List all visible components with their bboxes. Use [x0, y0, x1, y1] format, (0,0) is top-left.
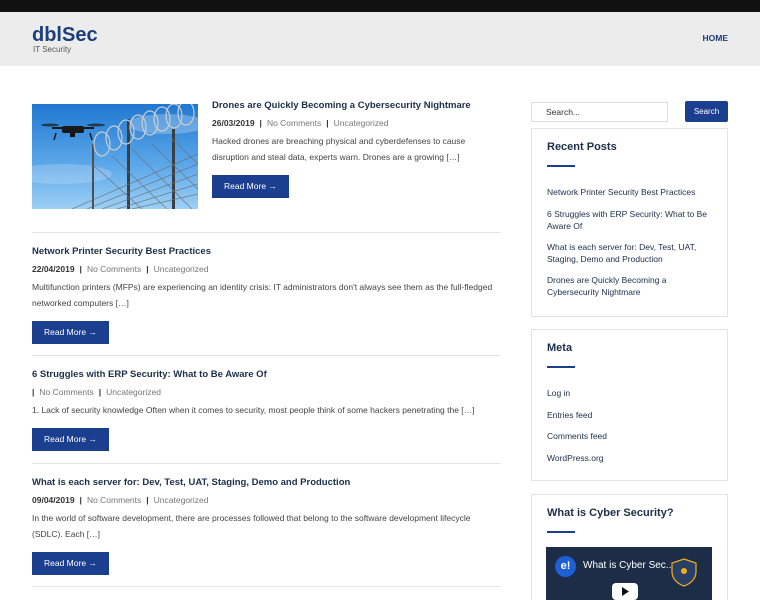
- post-divider: [32, 586, 501, 587]
- meta-widget: Meta Log in Entries feed Comments feed W…: [531, 329, 728, 481]
- post-date: 22/04/2019: [32, 264, 75, 274]
- top-bar: [0, 0, 760, 12]
- post-title-link[interactable]: 6 Struggles with ERP Security: What to B…: [32, 369, 502, 381]
- post-excerpt: Hacked drones are breaching physical and…: [212, 136, 466, 162]
- recent-posts-heading: Recent Posts: [547, 141, 617, 153]
- post-card: What is each server for: Dev, Test, UAT,…: [32, 477, 502, 575]
- site-header: dblSec IT Security HOME: [0, 12, 760, 66]
- read-more-button[interactable]: Read More →: [32, 321, 109, 344]
- recent-post-link[interactable]: 6 Struggles with ERP Security: What to B…: [547, 208, 717, 232]
- category-link[interactable]: Uncategorized: [154, 495, 209, 505]
- post-meta: 22/04/2019 | No Comments | Uncategorized: [32, 263, 502, 275]
- channel-logo: e!: [555, 556, 576, 577]
- post-title-link[interactable]: Drones are Quickly Becoming a Cybersecur…: [212, 100, 502, 112]
- post-date: 09/04/2019: [32, 495, 75, 505]
- meta-separator: |: [79, 264, 82, 274]
- post-date: 26/03/2019: [212, 118, 255, 128]
- read-more-button[interactable]: Read More →: [212, 175, 289, 198]
- meta-link-wordpress[interactable]: WordPress.org: [547, 452, 717, 464]
- read-more-button[interactable]: Read More →: [32, 428, 109, 451]
- recent-post-link[interactable]: What is each server for: Dev, Test, UAT,…: [547, 241, 717, 265]
- meta-separator: |: [326, 118, 329, 128]
- comments-link[interactable]: No Comments: [267, 118, 321, 128]
- read-more-button[interactable]: Read More →: [32, 552, 109, 575]
- meta-link-login[interactable]: Log in: [547, 387, 717, 399]
- recent-post-link[interactable]: Drones are Quickly Becoming a Cybersecur…: [547, 274, 717, 298]
- video-title: What is Cyber Sec...: [583, 560, 675, 571]
- post-divider: [32, 463, 501, 464]
- search-button[interactable]: Search: [685, 101, 728, 122]
- post-title-link[interactable]: Network Printer Security Best Practices: [32, 246, 502, 258]
- post-meta: | No Comments | Uncategorized: [32, 386, 502, 398]
- post-meta: 09/04/2019 | No Comments | Uncategorized: [32, 494, 502, 506]
- drone-fence-image: [32, 104, 198, 209]
- comments-link[interactable]: No Comments: [87, 495, 141, 505]
- comments-link[interactable]: No Comments: [39, 387, 93, 397]
- site-title-link[interactable]: dblSec: [32, 24, 98, 47]
- meta-link-entries-feed[interactable]: Entries feed: [547, 409, 717, 421]
- meta-separator: |: [146, 495, 149, 505]
- meta-separator: |: [259, 118, 262, 128]
- category-link[interactable]: Uncategorized: [106, 387, 161, 397]
- heading-underline: [547, 366, 575, 368]
- heading-underline: [547, 165, 575, 167]
- post-thumbnail-drone[interactable]: [32, 104, 198, 209]
- shield-icon: [671, 558, 697, 587]
- post-excerpt: 1. Lack of security knowledge Often when…: [32, 405, 475, 415]
- meta-separator: |: [79, 495, 82, 505]
- heading-underline: [547, 531, 575, 533]
- meta-link-comments-feed[interactable]: Comments feed: [547, 430, 717, 442]
- nav-home-link[interactable]: HOME: [703, 33, 729, 43]
- post-excerpt: In the world of software development, th…: [32, 513, 471, 539]
- meta-separator: |: [32, 387, 35, 397]
- play-icon[interactable]: [612, 583, 638, 600]
- post-meta: 26/03/2019 | No Comments | Uncategorized: [212, 117, 502, 129]
- post-title-link[interactable]: What is each server for: Dev, Test, UAT,…: [32, 477, 502, 489]
- site-tagline: IT Security: [33, 45, 72, 54]
- category-link[interactable]: Uncategorized: [334, 118, 389, 128]
- meta-separator: |: [146, 264, 149, 274]
- post-divider: [32, 232, 501, 233]
- post-card: 6 Struggles with ERP Security: What to B…: [32, 369, 502, 451]
- post-card: Network Printer Security Best Practices …: [32, 246, 502, 344]
- post-card: Drones are Quickly Becoming a Cybersecur…: [212, 100, 502, 198]
- post-excerpt: Multifunction printers (MFPs) are experi…: [32, 282, 493, 308]
- post-divider: [32, 355, 501, 356]
- search-input[interactable]: [531, 102, 668, 122]
- category-link[interactable]: Uncategorized: [154, 264, 209, 274]
- meta-separator: |: [98, 387, 102, 397]
- meta-heading: Meta: [547, 342, 573, 354]
- video-widget-heading: What is Cyber Security?: [547, 507, 674, 519]
- recent-posts-widget: Recent Posts Network Printer Security Be…: [531, 128, 728, 317]
- comments-link[interactable]: No Comments: [87, 264, 141, 274]
- recent-post-link[interactable]: Network Printer Security Best Practices: [547, 186, 717, 198]
